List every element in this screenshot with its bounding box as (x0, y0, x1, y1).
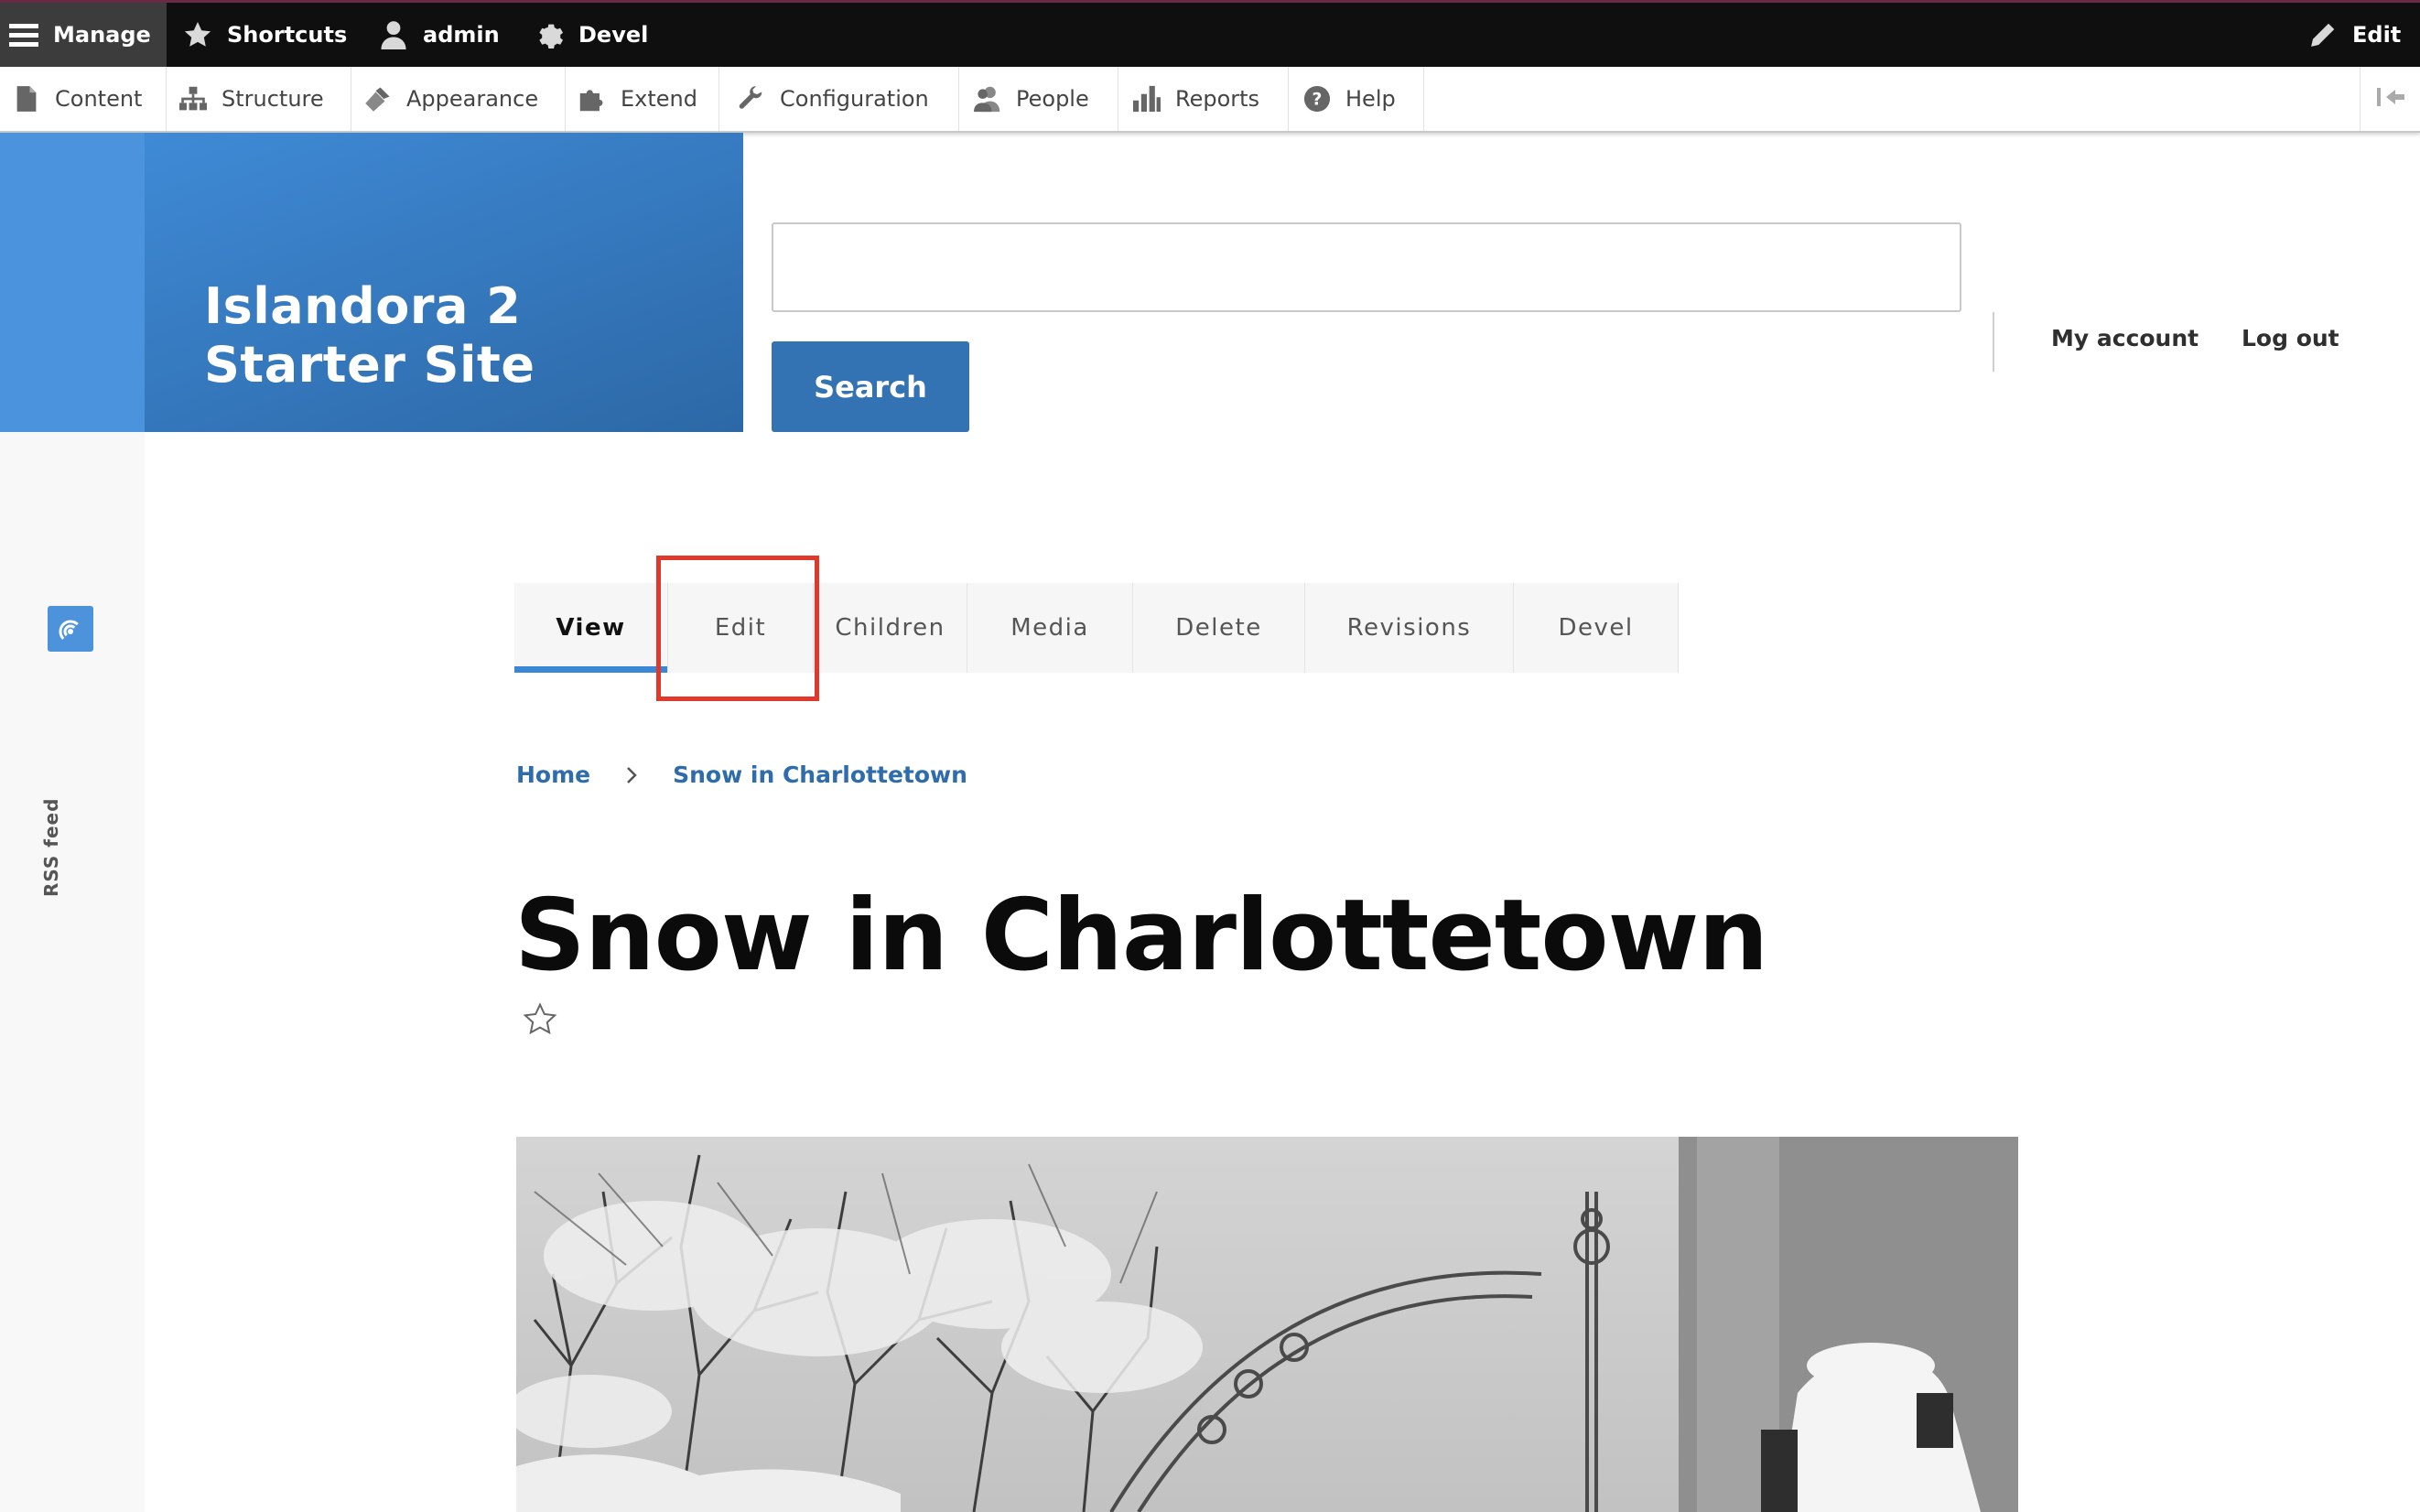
edit-mode-button[interactable]: Edit (2308, 3, 2401, 67)
star-icon (183, 20, 212, 49)
tray-item-structure[interactable]: Structure (167, 67, 351, 131)
breadcrumb: Home Snow in Charlottetown (516, 761, 967, 788)
tray-collapse-button[interactable] (2360, 67, 2420, 131)
tray-label-content: Content (55, 86, 143, 112)
tray-item-configuration[interactable]: Configuration (719, 67, 959, 131)
account-menu-divider (1993, 312, 1994, 372)
tab-delete[interactable]: Delete (1133, 583, 1305, 673)
tray-label-configuration: Configuration (780, 86, 929, 112)
gear-icon (535, 20, 564, 49)
collapse-arrow-icon (2375, 86, 2406, 112)
rss-feed-label[interactable]: RSS feed (40, 798, 62, 897)
edit-mode-label: Edit (2352, 22, 2402, 48)
devel-toolbar-button[interactable]: Devel (535, 3, 648, 67)
left-rail-accent (0, 133, 145, 432)
sitemap-icon (179, 85, 207, 113)
log-out-link[interactable]: Log out (2242, 325, 2339, 351)
tab-children[interactable]: Children (814, 583, 967, 673)
shortcuts-label: Shortcuts (227, 22, 348, 48)
devel-label: Devel (578, 22, 649, 48)
search-input[interactable] (772, 222, 1961, 312)
site-name[interactable]: Islandora 2 Starter Site (204, 277, 717, 394)
wrench-icon (738, 85, 765, 113)
tray-item-people[interactable]: People (959, 67, 1118, 131)
tray-label-people: People (1016, 86, 1089, 112)
admin-tray: Content Structure Appearance Extend Conf… (0, 67, 2420, 133)
tray-item-extend[interactable]: Extend (566, 67, 719, 131)
page-title: Snow in Charlottetown (514, 879, 1768, 993)
site-branding: Islandora 2 Starter Site (145, 133, 743, 432)
rss-feed-button[interactable] (48, 606, 93, 652)
search-button[interactable]: Search (772, 341, 969, 432)
tray-label-appearance: Appearance (406, 86, 539, 112)
left-sidebar: RSS feed (0, 133, 145, 1512)
shortcuts-button[interactable]: Shortcuts (183, 3, 347, 67)
site-name-line-1: Islandora 2 (204, 277, 522, 335)
tray-label-structure: Structure (221, 86, 324, 112)
tray-label-reports: Reports (1175, 86, 1260, 112)
tray-item-help[interactable]: ? Help (1289, 67, 1424, 131)
tab-devel[interactable]: Devel (1514, 583, 1679, 673)
tray-label-help: Help (1345, 86, 1396, 112)
tray-label-extend: Extend (621, 86, 697, 112)
admin-toolbar: Manage Shortcuts admin Devel Edit (0, 0, 2420, 67)
chevron-right-icon (625, 765, 638, 785)
pencil-icon (2308, 20, 2338, 49)
manage-button[interactable]: Manage (0, 3, 167, 67)
user-label: admin (423, 22, 500, 48)
edit-tab-highlight (656, 556, 819, 701)
tab-view[interactable]: View (514, 583, 668, 673)
tab-media[interactable]: Media (967, 583, 1133, 673)
paintbrush-icon (364, 85, 392, 113)
tray-item-content[interactable]: Content (0, 67, 167, 131)
manage-label: Manage (53, 22, 151, 48)
person-icon (379, 20, 408, 49)
bookmark-star-icon[interactable] (522, 1001, 558, 1038)
site-name-line-2: Starter Site (204, 336, 535, 394)
breadcrumb-home-link[interactable]: Home (516, 761, 590, 788)
puzzle-icon (578, 85, 606, 113)
user-button[interactable]: admin (379, 3, 500, 67)
svg-text:?: ? (1313, 91, 1323, 110)
node-image (516, 1137, 2018, 1512)
question-icon: ? (1303, 85, 1331, 113)
tab-revisions[interactable]: Revisions (1305, 583, 1514, 673)
hamburger-icon (9, 20, 38, 49)
bar-chart-icon (1133, 85, 1161, 113)
my-account-link[interactable]: My account (2051, 325, 2199, 351)
breadcrumb-current-link[interactable]: Snow in Charlottetown (673, 761, 967, 788)
file-icon (13, 85, 40, 113)
tray-item-reports[interactable]: Reports (1118, 67, 1289, 131)
tray-item-appearance[interactable]: Appearance (351, 67, 566, 131)
people-icon (974, 85, 1001, 113)
rss-icon (57, 613, 84, 644)
